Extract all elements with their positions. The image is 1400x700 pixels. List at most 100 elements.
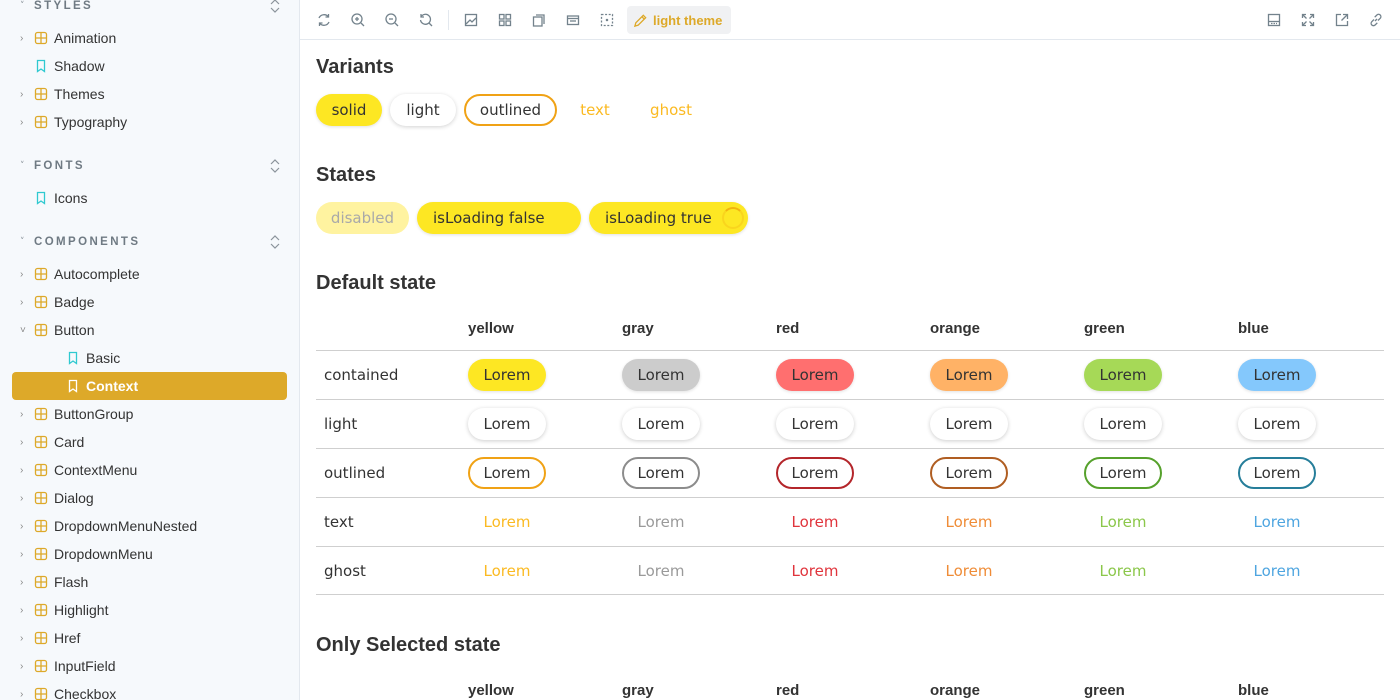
chevron-right-icon[interactable]: ›: [20, 117, 34, 128]
sidebar-item-inputfield[interactable]: › InputField: [20, 652, 287, 680]
chevron-right-icon[interactable]: ›: [20, 605, 34, 616]
contained-yellow-button[interactable]: Lorem: [468, 359, 546, 391]
expand-collapse-icon[interactable]: [269, 233, 281, 251]
variant-ghost-button[interactable]: ghost: [638, 94, 704, 126]
variant-solid-button[interactable]: solid: [316, 94, 382, 126]
light-blue-button[interactable]: Lorem: [1238, 408, 1316, 440]
chevron-down-icon[interactable]: ˅: [20, 325, 34, 336]
chevron-right-icon[interactable]: ›: [20, 493, 34, 504]
sidebar-item-highlight[interactable]: › Highlight: [20, 596, 287, 624]
chevron-down-icon: ˅: [20, 1, 25, 11]
theme-toggle-button[interactable]: light theme: [627, 6, 731, 34]
chevron-right-icon[interactable]: ›: [20, 577, 34, 588]
sidebar-item-badge[interactable]: › Badge: [20, 288, 287, 316]
ghost-blue-button[interactable]: Lorem: [1238, 555, 1316, 587]
background-icon[interactable]: [457, 6, 485, 34]
sidebar-item-dropdownmenu[interactable]: › DropdownMenu: [20, 540, 287, 568]
zoom-reset-icon[interactable]: [412, 6, 440, 34]
contained-green-button[interactable]: Lorem: [1084, 359, 1162, 391]
sidebar-item-shadow[interactable]: Shadow: [20, 52, 287, 80]
chevron-right-icon[interactable]: ›: [20, 633, 34, 644]
expand-collapse-icon[interactable]: [269, 0, 281, 15]
contained-red-button[interactable]: Lorem: [776, 359, 854, 391]
sidebar-item-contextmenu[interactable]: › ContextMenu: [20, 456, 287, 484]
measure-icon[interactable]: [559, 6, 587, 34]
light-green-button[interactable]: Lorem: [1084, 408, 1162, 440]
chevron-right-icon[interactable]: ›: [20, 297, 34, 308]
variant-outlined-button[interactable]: outlined: [464, 94, 557, 126]
text-orange-button[interactable]: Lorem: [930, 506, 1008, 538]
contained-gray-button[interactable]: Lorem: [622, 359, 700, 391]
column-header-yellow: yellow: [468, 320, 514, 337]
variant-text-button[interactable]: text: [568, 94, 622, 126]
outlined-blue-button[interactable]: Lorem: [1238, 457, 1316, 489]
chevron-right-icon[interactable]: ›: [20, 269, 34, 280]
chevron-right-icon[interactable]: ›: [20, 89, 34, 100]
expand-collapse-icon[interactable]: [269, 157, 281, 175]
sidebar-item-dropdownmenunested[interactable]: › DropdownMenuNested: [20, 512, 287, 540]
chevron-right-icon[interactable]: ›: [20, 409, 34, 420]
ghost-orange-button[interactable]: Lorem: [930, 555, 1008, 587]
chevron-right-icon[interactable]: ›: [20, 33, 34, 44]
state-isloading-true-button[interactable]: isLoading true: [589, 202, 748, 234]
sidebar-item-themes[interactable]: › Themes: [20, 80, 287, 108]
sidebar-item-checkbox[interactable]: › Checkbox: [20, 680, 287, 700]
sidebar-item-label: Dialog: [54, 490, 94, 506]
sidebar-item-buttongroup[interactable]: › ButtonGroup: [20, 400, 287, 428]
sidebar-item-basic[interactable]: Basic: [52, 344, 287, 372]
zoom-out-icon[interactable]: [378, 6, 406, 34]
chevron-right-icon[interactable]: ›: [20, 521, 34, 532]
ghost-red-button[interactable]: Lorem: [776, 555, 854, 587]
text-red-button[interactable]: Lorem: [776, 506, 854, 538]
chevron-right-icon[interactable]: ›: [20, 549, 34, 560]
zoom-in-icon[interactable]: [344, 6, 372, 34]
ghost-yellow-button[interactable]: Lorem: [468, 555, 546, 587]
component-icon: [34, 407, 48, 421]
grid-icon[interactable]: [491, 6, 519, 34]
sidebar-item-dialog[interactable]: › Dialog: [20, 484, 287, 512]
sidebar-item-context[interactable]: Context: [12, 372, 287, 400]
reload-icon[interactable]: [310, 6, 338, 34]
variant-light-button[interactable]: light: [390, 94, 456, 126]
section-fonts[interactable]: ˅ FONTS: [20, 156, 281, 176]
copy-link-icon[interactable]: [1362, 6, 1390, 34]
addons-panel-icon[interactable]: [1260, 6, 1288, 34]
chevron-right-icon[interactable]: ›: [20, 661, 34, 672]
sidebar-item-card[interactable]: › Card: [20, 428, 287, 456]
text-green-button[interactable]: Lorem: [1084, 506, 1162, 538]
section-components[interactable]: ˅ COMPONENTS: [20, 232, 281, 252]
outlined-yellow-button[interactable]: Lorem: [468, 457, 546, 489]
state-isloading-false-button[interactable]: isLoading false: [417, 202, 581, 234]
light-gray-button[interactable]: Lorem: [622, 408, 700, 440]
chevron-right-icon[interactable]: ›: [20, 437, 34, 448]
sidebar-item-href[interactable]: › Href: [20, 624, 287, 652]
text-gray-button[interactable]: Lorem: [622, 506, 700, 538]
text-blue-button[interactable]: Lorem: [1238, 506, 1316, 538]
sidebar-item-animation[interactable]: › Animation: [20, 24, 287, 52]
viewport-icon[interactable]: [525, 6, 553, 34]
light-orange-button[interactable]: Lorem: [930, 408, 1008, 440]
contained-blue-button[interactable]: Lorem: [1238, 359, 1316, 391]
outlined-green-button[interactable]: Lorem: [1084, 457, 1162, 489]
outline-icon[interactable]: [593, 6, 621, 34]
section-title: COMPONENTS: [34, 236, 141, 248]
outlined-orange-button[interactable]: Lorem: [930, 457, 1008, 489]
ghost-green-button[interactable]: Lorem: [1084, 555, 1162, 587]
section-styles[interactable]: ˅ STYLES: [20, 0, 281, 16]
outlined-red-button[interactable]: Lorem: [776, 457, 854, 489]
chevron-right-icon[interactable]: ›: [20, 465, 34, 476]
sidebar-item-flash[interactable]: › Flash: [20, 568, 287, 596]
chevron-right-icon[interactable]: ›: [20, 689, 34, 700]
sidebar-item-icons[interactable]: Icons: [20, 184, 287, 212]
outlined-gray-button[interactable]: Lorem: [622, 457, 700, 489]
sidebar-item-button[interactable]: ˅ Button: [20, 316, 287, 344]
contained-orange-button[interactable]: Lorem: [930, 359, 1008, 391]
ghost-gray-button[interactable]: Lorem: [622, 555, 700, 587]
light-yellow-button[interactable]: Lorem: [468, 408, 546, 440]
open-new-tab-icon[interactable]: [1328, 6, 1356, 34]
text-yellow-button[interactable]: Lorem: [468, 506, 546, 538]
sidebar-item-typography[interactable]: › Typography: [20, 108, 287, 136]
light-red-button[interactable]: Lorem: [776, 408, 854, 440]
sidebar-item-autocomplete[interactable]: › Autocomplete: [20, 260, 287, 288]
fullscreen-icon[interactable]: [1294, 6, 1322, 34]
